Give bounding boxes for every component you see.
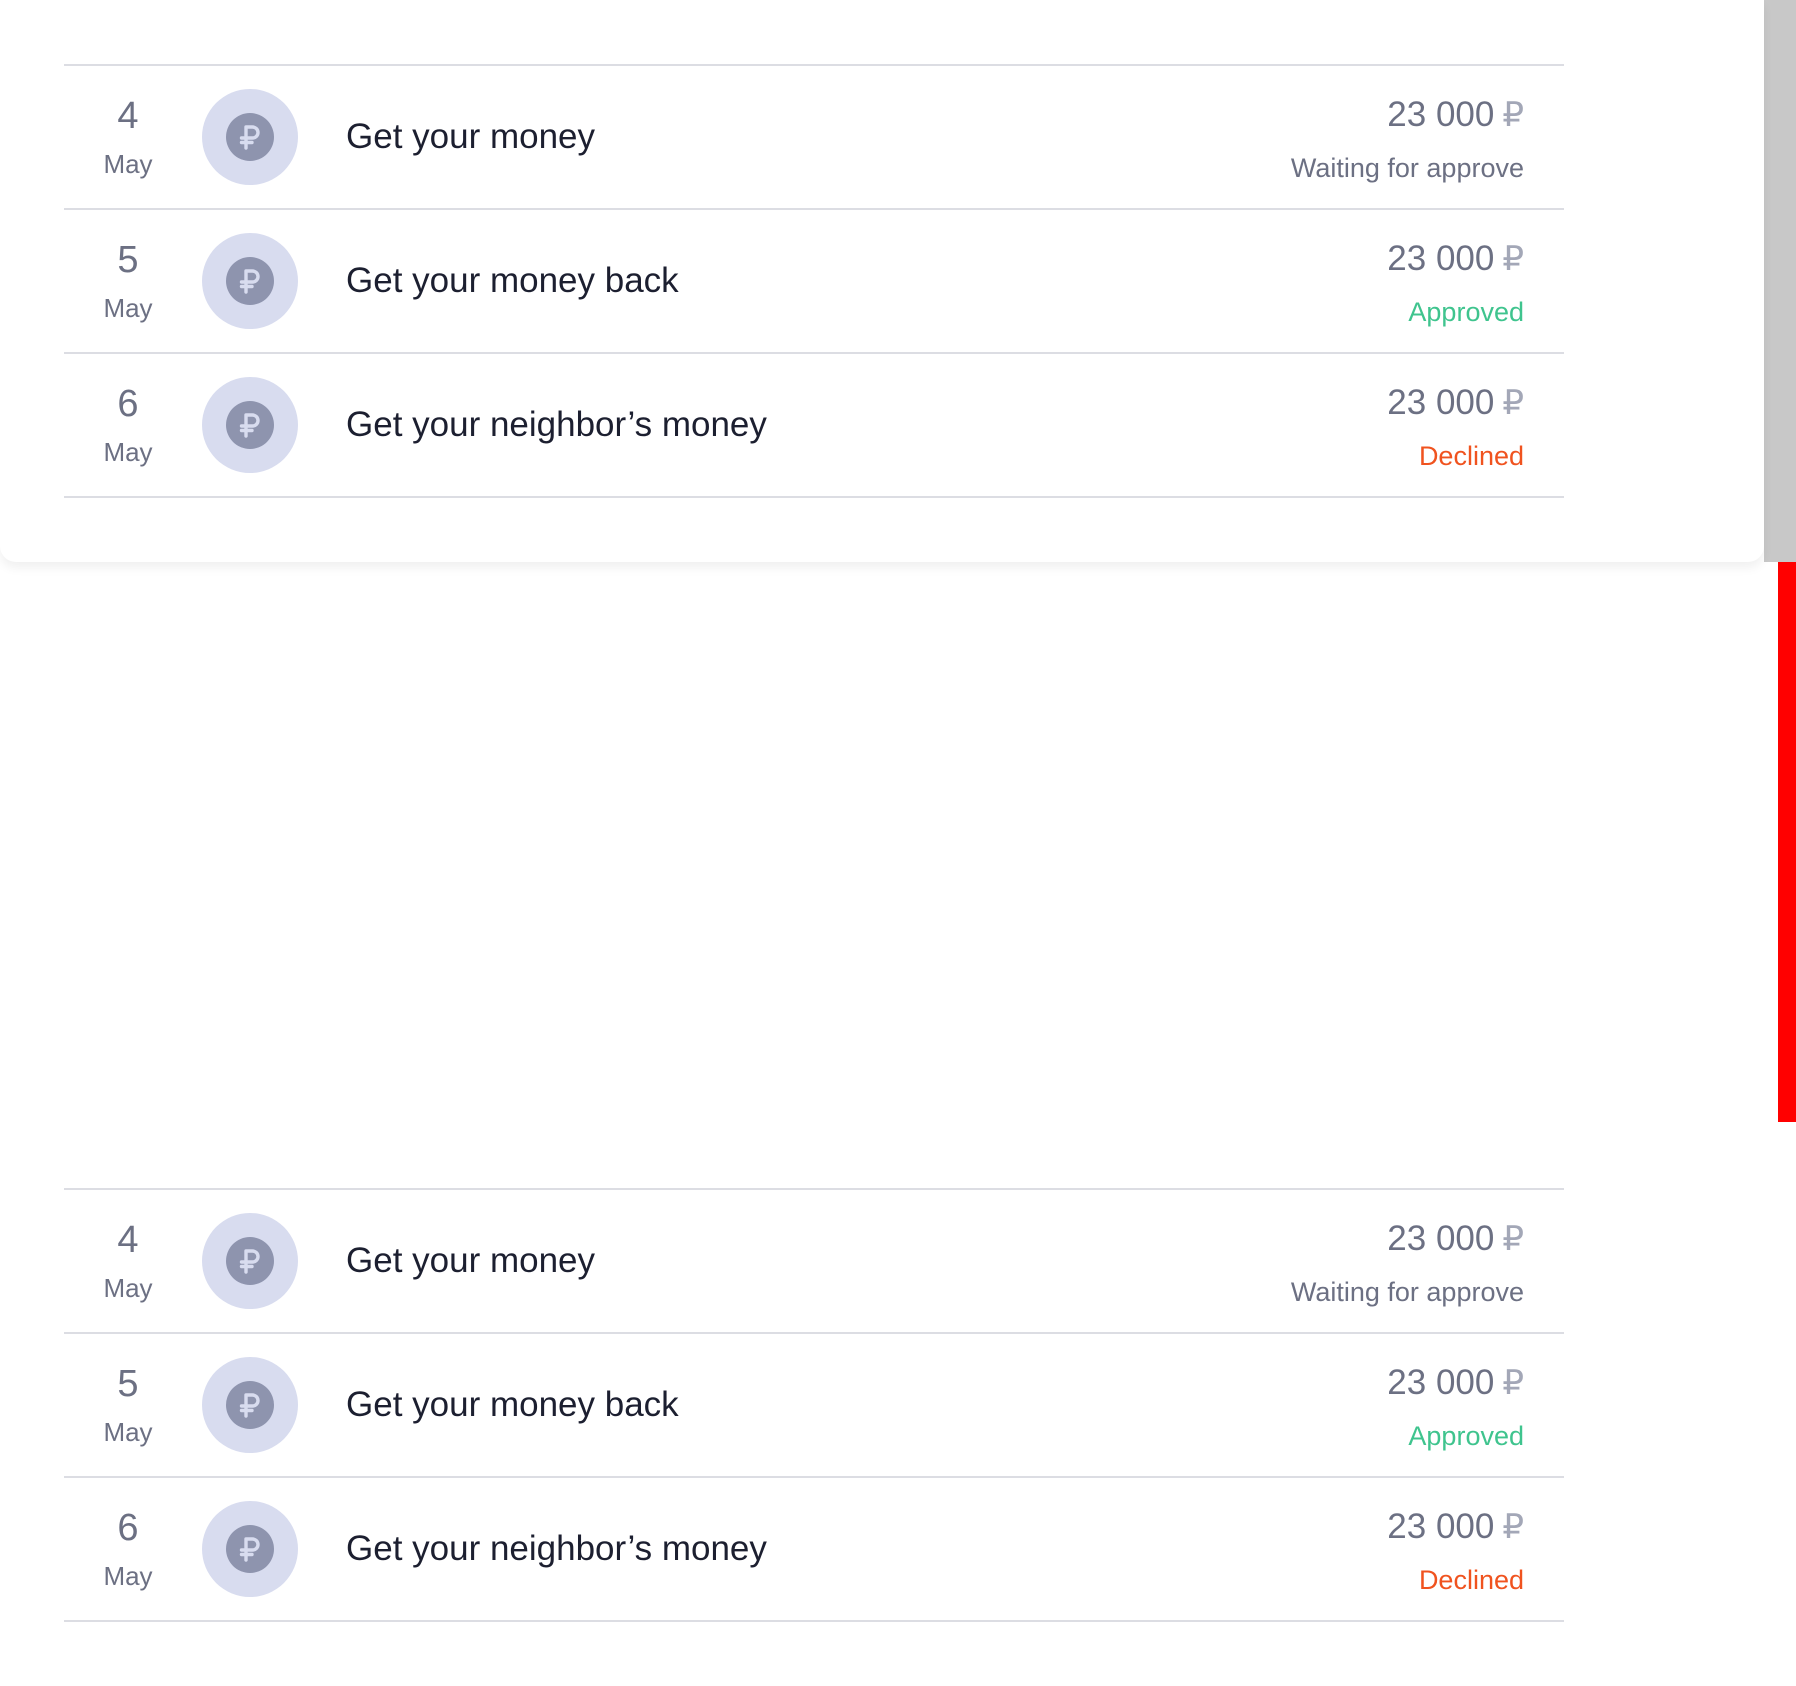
amount-value: 23 000	[1387, 1507, 1495, 1546]
transaction-day: 4	[117, 95, 139, 137]
transaction-row[interactable]: 4 May Get your money 23 000 ₽ Waiting for…	[64, 66, 1564, 210]
transaction-title: Get your money back	[346, 261, 679, 300]
transactions-panel-top: 4 May Get your money 23 000 ₽ Waiting for…	[0, 0, 1764, 562]
transaction-date: 4 May	[64, 66, 192, 208]
transaction-row[interactable]: 4 May Get your money 23 000 ₽ Waiting for…	[64, 1190, 1564, 1334]
transaction-list: 4 May Get your money 23 000 ₽ Waiting for…	[64, 1188, 1564, 1622]
transaction-month: May	[103, 293, 153, 323]
transaction-amount: 23 000 ₽	[1387, 94, 1524, 136]
transaction-amount: 23 000 ₽	[1387, 1218, 1524, 1260]
transaction-title: Get your neighbor’s money	[346, 1529, 767, 1568]
transactions-panel-bottom: 4 May Get your money 23 000 ₽ Waiting for…	[0, 1125, 1764, 1686]
ruble-coin-icon	[202, 89, 298, 185]
transaction-day: 5	[117, 1363, 139, 1405]
scrollbar-thumb[interactable]	[1778, 562, 1796, 1122]
transaction-month: May	[103, 1417, 153, 1447]
transaction-month: May	[103, 149, 153, 179]
amount-value: 23 000	[1387, 1363, 1495, 1402]
transaction-list: 4 May Get your money 23 000 ₽ Waiting for…	[64, 64, 1564, 498]
status-waiting: Waiting for approve	[1290, 1277, 1524, 1307]
transaction-amount: 23 000 ₽	[1387, 382, 1524, 424]
transaction-title: Get your money back	[346, 1385, 679, 1424]
scrollbar-track[interactable]	[1764, 0, 1796, 562]
currency-symbol: ₽	[1502, 384, 1524, 422]
amount-value: 23 000	[1387, 95, 1495, 134]
transaction-row[interactable]: 6 May Get your neighbor’s money 23 000 ₽ …	[64, 354, 1564, 498]
transaction-row[interactable]: 5 May Get your money back 23 000 ₽ Approv…	[64, 210, 1564, 354]
transaction-title: Get your money	[346, 117, 595, 156]
transaction-row[interactable]: 6 May Get your neighbor’s money 23 000 ₽ …	[64, 1478, 1564, 1622]
status-declined: Declined	[1418, 441, 1524, 471]
ruble-coin-icon	[202, 1501, 298, 1597]
transaction-date: 5 May	[64, 1334, 192, 1476]
transaction-month: May	[103, 1273, 153, 1303]
transaction-amount: 23 000 ₽	[1387, 1362, 1524, 1404]
transaction-date: 6 May	[64, 354, 192, 496]
transaction-amount: 23 000 ₽	[1387, 238, 1524, 280]
transaction-date: 4 May	[64, 1190, 192, 1332]
currency-symbol: ₽	[1502, 240, 1524, 278]
transaction-day: 6	[117, 1507, 139, 1549]
currency-symbol: ₽	[1502, 96, 1524, 134]
transaction-day: 4	[117, 1219, 139, 1261]
amount-value: 23 000	[1387, 239, 1495, 278]
transaction-row[interactable]: 5 May Get your money back 23 000 ₽ Approv…	[64, 1334, 1564, 1478]
transaction-title: Get your money	[346, 1241, 595, 1280]
status-approved: Approved	[1408, 1421, 1524, 1451]
transaction-date: 6 May	[64, 1478, 192, 1620]
transaction-day: 5	[117, 239, 139, 281]
status-approved: Approved	[1408, 297, 1524, 327]
ruble-coin-icon	[202, 1213, 298, 1309]
currency-symbol: ₽	[1502, 1508, 1524, 1546]
ruble-coin-icon	[202, 377, 298, 473]
status-waiting: Waiting for approve	[1290, 153, 1524, 183]
status-declined: Declined	[1418, 1565, 1524, 1595]
transaction-title: Get your neighbor’s money	[346, 405, 767, 444]
transaction-date: 5 May	[64, 210, 192, 352]
transaction-month: May	[103, 437, 153, 467]
transaction-month: May	[103, 1561, 153, 1591]
amount-value: 23 000	[1387, 1219, 1495, 1258]
currency-symbol: ₽	[1502, 1364, 1524, 1402]
ruble-coin-icon	[202, 233, 298, 329]
amount-value: 23 000	[1387, 383, 1495, 422]
ruble-coin-icon	[202, 1357, 298, 1453]
transaction-amount: 23 000 ₽	[1387, 1506, 1524, 1548]
currency-symbol: ₽	[1502, 1220, 1524, 1258]
transaction-day: 6	[117, 383, 139, 425]
